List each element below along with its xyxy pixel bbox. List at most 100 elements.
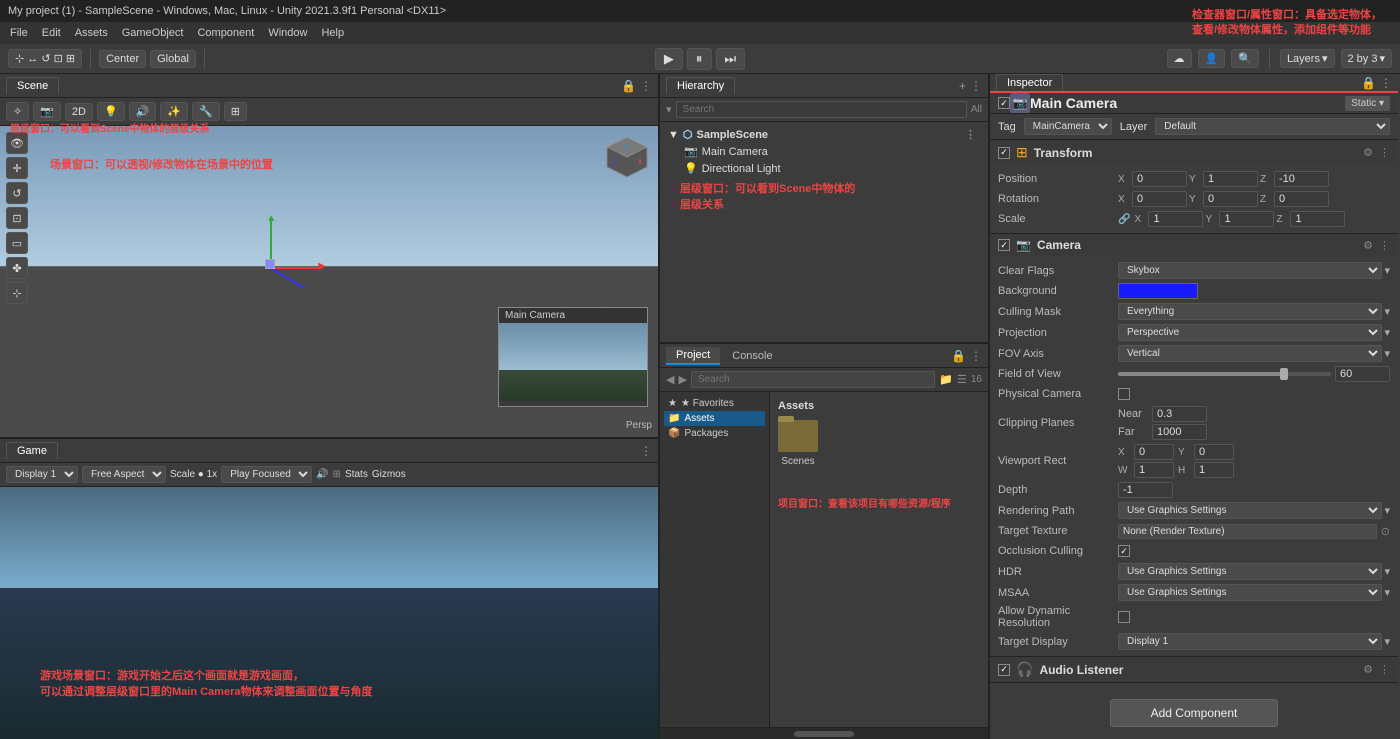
- tag-dropdown[interactable]: MainCamera: [1024, 118, 1112, 135]
- project-scrollbar[interactable]: [660, 727, 988, 739]
- layers-dropdown[interactable]: Layers ▾: [1280, 49, 1335, 68]
- project-back-icon[interactable]: ◀: [666, 373, 674, 386]
- global-toggle[interactable]: Global: [150, 50, 196, 68]
- pos-x-input[interactable]: [1132, 171, 1187, 187]
- target-display-dropdown[interactable]: Display 1: [1118, 633, 1382, 650]
- fov-input[interactable]: [1335, 366, 1390, 382]
- scene-camera-btn[interactable]: 📷: [33, 102, 61, 121]
- search-button[interactable]: 🔍: [1231, 49, 1259, 68]
- pivot-toggle[interactable]: Center: [99, 50, 146, 68]
- hierarchy-scene-item[interactable]: ▼ ⬡ SampleScene ⋮: [664, 126, 984, 143]
- add-component-button[interactable]: Add Component: [1110, 699, 1279, 727]
- menu-assets[interactable]: Assets: [69, 25, 114, 41]
- console-tab[interactable]: Console: [722, 348, 782, 364]
- project-packages-sidebar[interactable]: 📦 Packages: [664, 426, 765, 441]
- inspector-lock-icon[interactable]: 🔒: [1361, 76, 1376, 90]
- projection-dropdown[interactable]: Perspective: [1118, 324, 1382, 341]
- rotate-tool-btn[interactable]: ↺: [6, 182, 28, 204]
- project-tab[interactable]: Project: [666, 347, 720, 365]
- far-input[interactable]: [1152, 424, 1207, 440]
- background-color-swatch[interactable]: [1118, 283, 1198, 299]
- layout-dropdown[interactable]: 2 by 3 ▾: [1341, 49, 1393, 68]
- fov-axis-dropdown[interactable]: Vertical: [1118, 345, 1382, 362]
- scene-canvas[interactable]: 👁 ✛ ↺ ⊡ ▭ ✤ ⊹: [0, 126, 658, 437]
- transform-tools[interactable]: ⊹ ↔ ↺ ⊡ ⊞: [8, 49, 82, 68]
- scale-x-input[interactable]: [1148, 211, 1203, 227]
- occlusion-checkbox[interactable]: [1118, 545, 1130, 557]
- vp-w-input[interactable]: [1134, 462, 1174, 478]
- hierarchy-tab[interactable]: Hierarchy: [666, 77, 735, 94]
- hierarchy-directional-light[interactable]: 💡 Directional Light: [664, 160, 984, 177]
- transform-tool-btn[interactable]: ✤: [6, 257, 28, 279]
- pause-button[interactable]: ⏸: [687, 48, 712, 70]
- scale-y-input[interactable]: [1219, 211, 1274, 227]
- object-name[interactable]: Main Camera: [1030, 95, 1345, 111]
- transform-overflow-icon[interactable]: ⋮: [1379, 146, 1390, 159]
- transform-settings-icon[interactable]: ⚙: [1363, 146, 1373, 159]
- game-display-dropdown[interactable]: Display 1: [6, 466, 78, 483]
- scene-menu-dot[interactable]: ⋮: [965, 128, 976, 141]
- rect-tool-btn[interactable]: ▭: [6, 232, 28, 254]
- hdr-dropdown[interactable]: Use Graphics Settings: [1118, 563, 1382, 580]
- pos-y-input[interactable]: [1203, 171, 1258, 187]
- vp-x-input[interactable]: [1134, 444, 1174, 460]
- transform-enabled[interactable]: [998, 147, 1010, 159]
- audio-settings-icon[interactable]: ⚙: [1363, 663, 1373, 676]
- project-list-icon[interactable]: ☰: [957, 373, 967, 386]
- game-gizmos-btn[interactable]: Gizmos: [372, 469, 406, 480]
- layer-dropdown[interactable]: Default: [1155, 118, 1390, 135]
- vp-h-input[interactable]: [1194, 462, 1234, 478]
- camera-header[interactable]: 📷 Camera ⚙ ⋮: [990, 234, 1398, 256]
- audio-listener-enabled[interactable]: [998, 664, 1010, 676]
- camera-overflow-icon[interactable]: ⋮: [1379, 239, 1390, 252]
- scene-gizmo-btn2[interactable]: ⊞: [224, 102, 247, 121]
- game-canvas[interactable]: 游戏场景窗口：游戏开始之后这个画面就是游戏画面， 可以通过调整层级窗口里的Mai…: [0, 487, 658, 739]
- game-playfocused-dropdown[interactable]: Play Focused: [221, 466, 312, 483]
- hand-tool-btn[interactable]: 👁: [6, 132, 28, 154]
- clear-flags-dropdown[interactable]: Skybox: [1118, 262, 1382, 279]
- menu-component[interactable]: Component: [191, 25, 260, 41]
- scene-lighting-btn[interactable]: 💡: [97, 102, 125, 121]
- transform-header[interactable]: ⊞ Transform ⚙ ⋮: [990, 140, 1398, 165]
- static-badge[interactable]: Static ▾: [1345, 96, 1390, 111]
- menu-file[interactable]: File: [4, 25, 34, 41]
- step-button[interactable]: ⏭: [715, 48, 745, 70]
- rot-z-input[interactable]: [1274, 191, 1329, 207]
- physical-camera-checkbox[interactable]: [1118, 388, 1130, 400]
- rot-y-input[interactable]: [1203, 191, 1258, 207]
- pos-z-input[interactable]: [1274, 171, 1329, 187]
- project-menu-icon[interactable]: ⋮: [970, 349, 982, 363]
- scene-fx-btn[interactable]: ✨: [160, 102, 188, 121]
- hierarchy-menu-icon[interactable]: ⋮: [970, 79, 982, 93]
- inspector-tab[interactable]: Inspector: [996, 74, 1063, 91]
- scene-tab[interactable]: Scene: [6, 77, 59, 94]
- fov-slider[interactable]: [1118, 372, 1331, 376]
- game-tab[interactable]: Game: [6, 442, 58, 459]
- scale-tool-btn[interactable]: ⊡: [6, 207, 28, 229]
- project-assets-sidebar[interactable]: 📁 Assets: [664, 411, 765, 426]
- audio-listener-header[interactable]: 🎧 Audio Listener ⚙ ⋮: [990, 657, 1398, 682]
- rot-x-input[interactable]: [1132, 191, 1187, 207]
- game-menu-icon[interactable]: ⋮: [640, 444, 652, 458]
- hierarchy-search-input[interactable]: [676, 101, 967, 118]
- menu-gameobject[interactable]: GameObject: [116, 25, 190, 41]
- move-tool-btn[interactable]: ✛: [6, 157, 28, 179]
- vp-y-input[interactable]: [1194, 444, 1234, 460]
- scene-audio-btn[interactable]: 🔊: [129, 102, 157, 121]
- scale-z-input[interactable]: [1290, 211, 1345, 227]
- camera-enabled[interactable]: [998, 239, 1010, 251]
- project-favorites[interactable]: ★ ★ Favorites: [664, 396, 765, 411]
- game-audio-icon[interactable]: 🔊: [316, 469, 328, 480]
- collab-button[interactable]: ☁: [1167, 49, 1192, 68]
- depth-input[interactable]: [1118, 482, 1173, 498]
- scene-overlay-btn[interactable]: 🔧: [192, 102, 220, 121]
- project-folder-icon[interactable]: 📁: [939, 373, 953, 386]
- play-button[interactable]: ▶: [655, 48, 683, 70]
- rendering-path-dropdown[interactable]: Use Graphics Settings: [1118, 502, 1382, 519]
- scene-gizmos-btn[interactable]: ✧: [6, 102, 29, 121]
- culling-mask-dropdown[interactable]: Everything: [1118, 303, 1382, 320]
- hierarchy-main-camera[interactable]: 📷 Main Camera: [664, 143, 984, 160]
- project-forward-icon[interactable]: ▶: [678, 373, 686, 386]
- audio-overflow-icon[interactable]: ⋮: [1379, 663, 1390, 676]
- scene-2d-btn[interactable]: 2D: [65, 103, 93, 121]
